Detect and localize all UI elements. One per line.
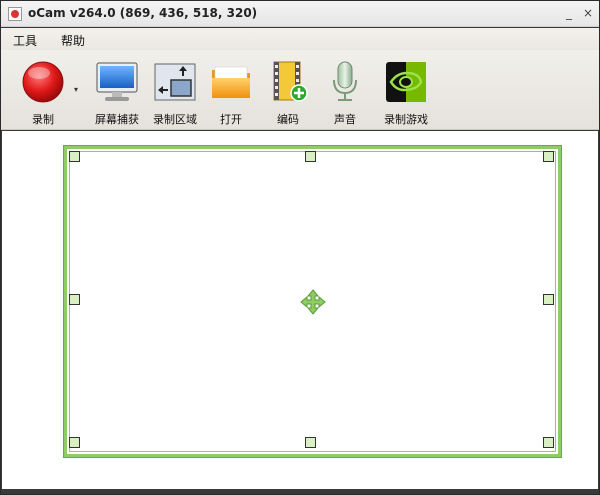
menu-bar: 工具 帮助	[1, 28, 599, 50]
nvidia-icon	[386, 62, 426, 102]
monitor-icon	[96, 62, 138, 101]
resize-handle-bottom[interactable]	[305, 437, 316, 448]
resize-area-icon	[154, 63, 196, 101]
open-button[interactable]: 打开	[203, 56, 259, 126]
minimize-button[interactable]: _	[562, 5, 576, 21]
encoding-button[interactable]: 编码	[260, 56, 316, 126]
open-label: 打开	[220, 113, 242, 126]
screen-capture-label: 屏幕捕获	[95, 113, 139, 126]
toolbar: 录制 ▾ 屏幕捕获 录制区域 打开 编码 声音 录制游戏	[1, 50, 599, 130]
app-icon	[8, 7, 22, 21]
resize-handle-left[interactable]	[69, 294, 80, 305]
resize-handle-right[interactable]	[543, 294, 554, 305]
resize-handle-top-left[interactable]	[69, 151, 80, 162]
menu-tools[interactable]: 工具	[13, 32, 37, 49]
record-area-label: 录制区域	[153, 113, 197, 126]
title-bar[interactable]: oCam v264.0 (869, 436, 518, 320) _ ×	[1, 1, 599, 27]
resize-handle-top-right[interactable]	[543, 151, 554, 162]
resize-handle-bottom-left[interactable]	[69, 437, 80, 448]
menu-help[interactable]: 帮助	[61, 32, 85, 49]
record-button[interactable]: 录制	[15, 56, 71, 126]
record-area-button[interactable]: 录制区域	[147, 56, 203, 126]
record-dropdown-arrow[interactable]: ▾	[74, 85, 78, 94]
microphone-icon	[333, 61, 357, 101]
folder-icon	[212, 66, 250, 98]
ocam-window: oCam v264.0 (869, 436, 518, 320) _ × 工具 …	[0, 0, 600, 495]
move-icon[interactable]	[300, 289, 326, 315]
record-game-button[interactable]: 录制游戏	[375, 56, 437, 126]
sound-label: 声音	[334, 113, 356, 126]
encoding-label: 编码	[277, 113, 299, 126]
screen-capture-button[interactable]: 屏幕捕获	[89, 56, 145, 126]
resize-handle-top[interactable]	[305, 151, 316, 162]
record-game-label: 录制游戏	[384, 113, 428, 126]
record-icon	[22, 61, 64, 103]
canvas-area	[2, 131, 598, 489]
capture-region-frame[interactable]	[63, 145, 562, 458]
close-button[interactable]: ×	[581, 5, 595, 21]
sound-button[interactable]: 声音	[317, 56, 373, 126]
resize-handle-bottom-right[interactable]	[543, 437, 554, 448]
film-add-icon	[273, 61, 308, 102]
window-title: oCam v264.0 (869, 436, 518, 320)	[28, 6, 258, 20]
record-label: 录制	[32, 113, 54, 126]
